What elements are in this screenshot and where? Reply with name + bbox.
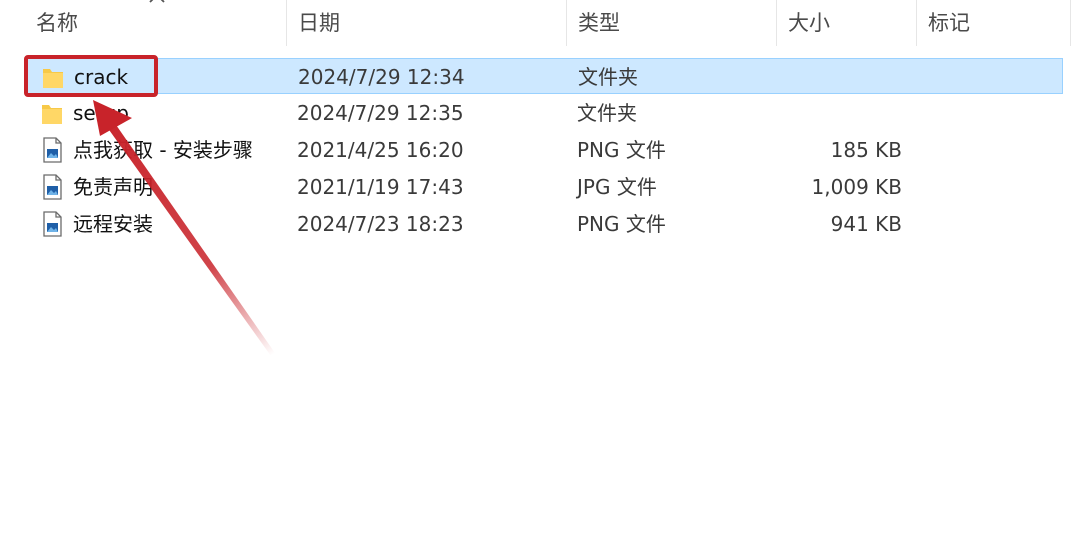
column-header-size[interactable]: 大小 <box>788 0 830 46</box>
sort-ascending-icon[interactable] <box>148 0 166 6</box>
file-type: JPG 文件 <box>577 175 657 199</box>
file-date: 2021/1/19 17:43 <box>297 175 464 199</box>
column-header-date[interactable]: 日期 <box>298 0 340 46</box>
column-divider[interactable] <box>916 0 917 46</box>
folder-icon <box>43 69 63 88</box>
image-file-icon <box>43 174 62 200</box>
image-file-icon <box>43 137 62 163</box>
file-type: PNG 文件 <box>577 138 666 162</box>
file-type: 文件夹 <box>577 101 637 125</box>
column-divider[interactable] <box>566 0 567 46</box>
file-row-setup[interactable]: setup 2024/7/29 12:35 文件夹 <box>26 95 1063 131</box>
file-name: setup <box>73 101 129 125</box>
image-file-icon <box>43 211 62 237</box>
file-size: 941 KB <box>830 212 902 236</box>
column-divider[interactable] <box>776 0 777 46</box>
column-header-row: 名称 日期 类型 大小 标记 <box>0 0 1080 46</box>
file-size: 1,009 KB <box>811 175 902 199</box>
file-type: 文件夹 <box>578 65 638 89</box>
column-divider[interactable] <box>1070 0 1071 46</box>
file-name: 免责声明 <box>73 175 153 199</box>
file-row-install-steps[interactable]: 点我获取 - 安装步骤 2021/4/25 16:20 PNG 文件 185 K… <box>26 132 1063 168</box>
file-name: 远程安装 <box>73 212 153 236</box>
file-size: 185 KB <box>830 138 902 162</box>
file-explorer-window: 名称 日期 类型 大小 标记 crack 2024/7/29 12:34 文件夹… <box>0 0 1080 553</box>
column-divider[interactable] <box>286 0 287 46</box>
file-row-remote-install[interactable]: 远程安装 2024/7/23 18:23 PNG 文件 941 KB <box>26 206 1063 242</box>
column-header-name[interactable]: 名称 <box>36 0 78 46</box>
file-row-crack[interactable]: crack 2024/7/29 12:34 文件夹 <box>26 58 1063 94</box>
column-header-tags[interactable]: 标记 <box>928 0 970 46</box>
column-header-type[interactable]: 类型 <box>578 0 620 46</box>
file-name: crack <box>74 65 129 89</box>
folder-icon <box>42 105 62 124</box>
file-date: 2024/7/23 18:23 <box>297 212 464 236</box>
file-type: PNG 文件 <box>577 212 666 236</box>
file-date: 2021/4/25 16:20 <box>297 138 464 162</box>
file-row-disclaimer[interactable]: 免责声明 2021/1/19 17:43 JPG 文件 1,009 KB <box>26 169 1063 205</box>
file-date: 2024/7/29 12:35 <box>297 101 464 125</box>
file-date: 2024/7/29 12:34 <box>298 65 465 89</box>
file-name: 点我获取 - 安装步骤 <box>73 138 253 162</box>
